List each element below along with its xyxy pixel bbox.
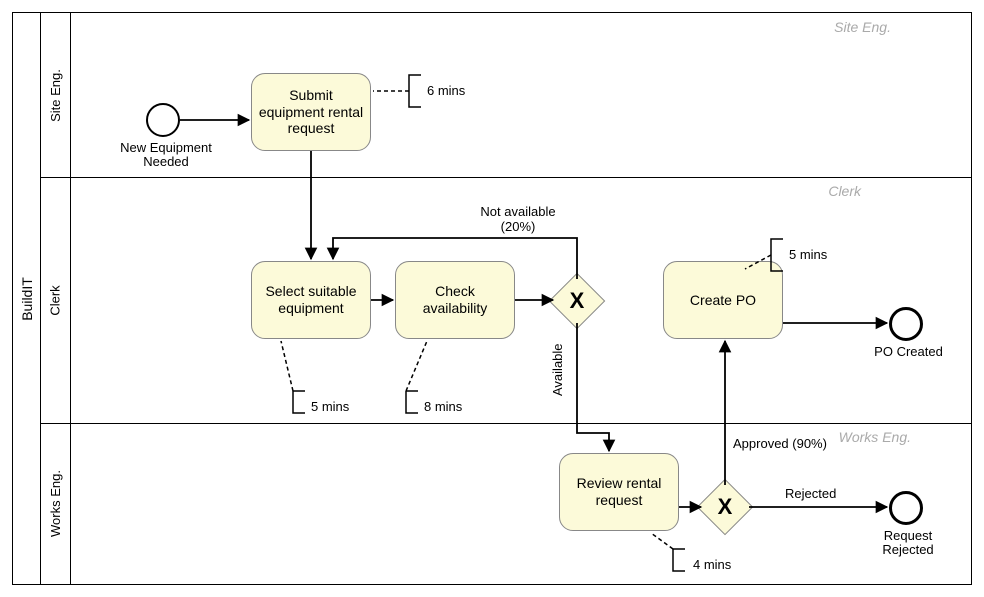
lane-label-works: Works Eng. (41, 423, 71, 584)
lane-divider (41, 177, 971, 178)
end-event-po (889, 307, 923, 341)
lane-name-works: Works Eng. (48, 470, 63, 537)
task-check: Check availability (395, 261, 515, 339)
bpmn-diagram: BuildIT Site Eng. Clerk Works Eng. Site … (12, 12, 972, 585)
pool-name: BuildIT (19, 277, 35, 321)
task-create-po: Create PO (663, 261, 783, 339)
edge-label-rejected: Rejected (785, 487, 836, 502)
annotation-select: 5 mins (311, 399, 349, 414)
annotation-submit: 6 mins (427, 83, 465, 98)
lane-label-site: Site Eng. (41, 13, 71, 177)
annotation-create-po: 5 mins (789, 247, 827, 262)
lane-name-site: Site Eng. (48, 69, 63, 122)
start-event (146, 103, 180, 137)
task-select: Select suitable equipment (251, 261, 371, 339)
pool-label: BuildIT (13, 13, 41, 584)
start-event-label: New Equipment Needed (111, 141, 221, 170)
task-submit: Submit equipment rental request (251, 73, 371, 151)
lane-label-clerk: Clerk (41, 177, 71, 423)
edge-label-approved: Approved (90%) (733, 437, 827, 452)
task-review: Review rental request (559, 453, 679, 531)
annotation-review: 4 mins (693, 557, 731, 572)
end-event-po-label: PO Created (871, 345, 946, 359)
watermark-clerk: Clerk (828, 183, 861, 199)
watermark-site: Site Eng. (834, 19, 891, 35)
edge-label-not-available: Not available (20%) (463, 205, 573, 235)
watermark-works: Works Eng. (839, 429, 911, 445)
end-event-rejected (889, 491, 923, 525)
edge-label-available: Available (551, 335, 566, 405)
gateway-availability-x: X (557, 281, 597, 321)
lane-divider (41, 423, 971, 424)
gateway-decision-x: X (705, 487, 745, 527)
end-event-rejected-label: Request Rejected (868, 529, 948, 558)
annotation-check: 8 mins (424, 399, 462, 414)
lane-name-clerk: Clerk (48, 285, 63, 315)
